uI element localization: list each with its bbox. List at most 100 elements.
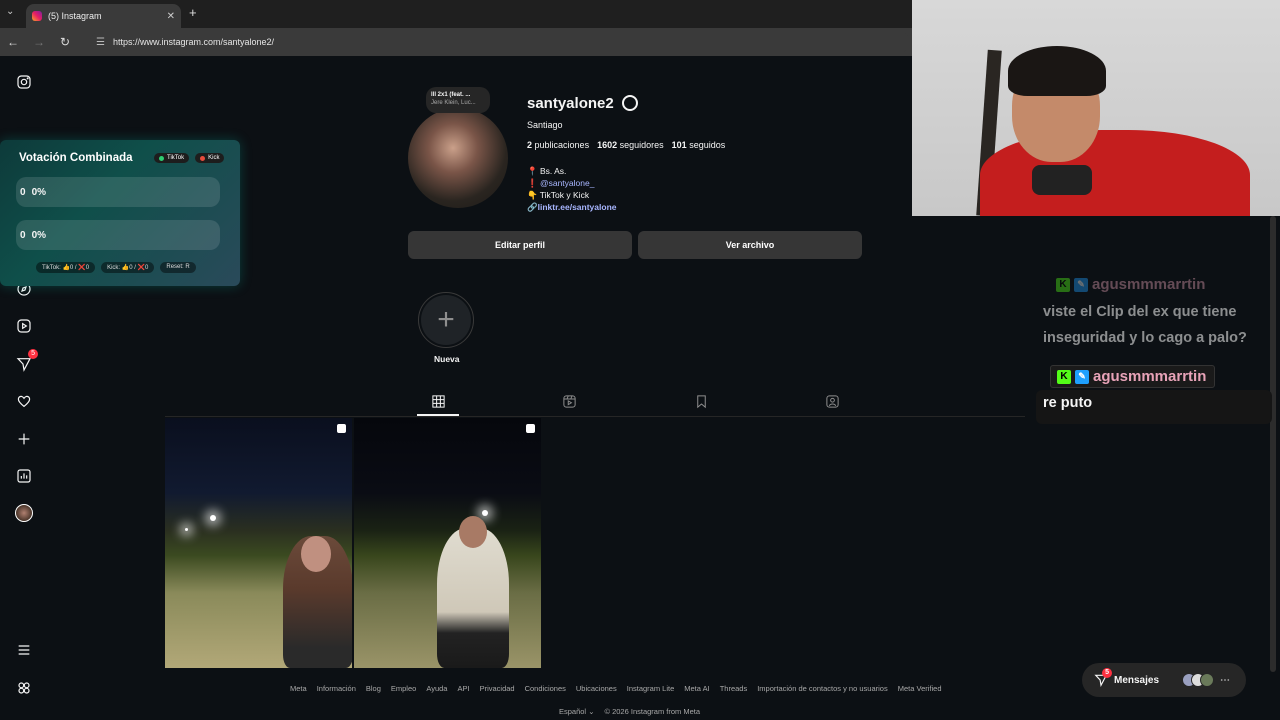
settings-gear-icon[interactable] — [622, 95, 638, 111]
tab-tagged-icon[interactable] — [823, 392, 841, 410]
reload-icon[interactable]: ↻ — [52, 35, 78, 49]
footer-link[interactable]: Empleo — [391, 684, 416, 693]
bio-external-link[interactable]: linktr.ee/santyalone — [538, 202, 617, 212]
profile-stats: 2 publicaciones 1602 seguidores 101 segu… — [527, 140, 725, 150]
create-plus-icon[interactable] — [14, 429, 34, 449]
profile-avatar-icon[interactable] — [14, 503, 34, 523]
messages-pill[interactable]: 5 Mensajes ⋯ — [1082, 663, 1246, 697]
reels-icon[interactable] — [14, 316, 34, 336]
post-thumbnail-1[interactable] — [165, 418, 352, 668]
footer-bottom: Español ⌄ © 2026 Instagram from Meta — [559, 707, 700, 716]
vote-bar-1-count: 0 — [20, 186, 26, 198]
edit-profile-button[interactable]: Editar perfil — [408, 231, 632, 259]
site-settings-icon[interactable]: ☰ — [96, 37, 105, 48]
footer-link[interactable]: Meta Verified — [898, 684, 942, 693]
chat-message-2: K ✎ agusmmmarrtin — [1050, 365, 1216, 388]
footer-link[interactable]: API — [457, 684, 469, 693]
vote-foot-reset: Reset: R — [160, 262, 196, 273]
footer-link[interactable]: Meta AI — [684, 684, 709, 693]
address-bar[interactable]: ☰ https://www.instagram.com/santyalone2/ — [90, 31, 910, 53]
dashboard-icon[interactable] — [14, 466, 34, 486]
vote-bar-2: 0 0% — [16, 220, 220, 250]
language-select[interactable]: Español ⌄ — [559, 707, 594, 716]
vote-foot-kick: Kick: 👍0 / ❌0 — [101, 262, 155, 273]
menu-icon[interactable] — [14, 640, 34, 660]
footer-link[interactable]: Importación de contactos y no usuarios — [757, 684, 888, 693]
multi-photo-icon — [526, 424, 535, 433]
vote-bar-2-pct: 0% — [31, 229, 47, 241]
messages-label: Mensajes — [1114, 674, 1160, 686]
vote-bar-1-pct: 0% — [31, 186, 47, 198]
profile-note[interactable]: lll 2x1 (feat. ... Jere Klein, Luc... — [426, 87, 490, 113]
note-line1: lll 2x1 (feat. ... — [431, 92, 471, 98]
new-highlight-label: Nueva — [434, 354, 460, 364]
page-scrollbar[interactable] — [1270, 216, 1276, 672]
messages-pill-badge: 5 — [1102, 668, 1112, 678]
profile-username: santyalone2 — [527, 95, 614, 112]
footer-link[interactable]: Blog — [366, 684, 381, 693]
profile-avatar[interactable] — [408, 108, 508, 208]
footer-link[interactable]: Meta — [290, 684, 307, 693]
post-thumbnail-2[interactable] — [354, 418, 541, 668]
tab-posts-grid-icon[interactable] — [429, 392, 447, 410]
vote-widget: Votación Combinada TikTok Kick 0 0% 0 0%… — [0, 140, 240, 286]
active-tab-indicator — [417, 414, 459, 416]
copyright-text: © 2026 Instagram from Meta — [604, 707, 701, 716]
footer-link[interactable]: Threads — [720, 684, 748, 693]
vote-tag-kick: Kick — [195, 153, 225, 163]
chat-user-2: K ✎ agusmmmarrtin — [1051, 366, 1214, 387]
chat-message-2-text: re puto — [1036, 390, 1272, 424]
stat-following[interactable]: 101 seguidos — [672, 140, 726, 150]
footer-link[interactable]: Instagram Lite — [627, 684, 675, 693]
plus-icon: + — [421, 295, 471, 345]
chat-message-1: K ✎ agusmmmarrtin — [1050, 274, 1213, 295]
browser-tab[interactable]: (5) Instagram ✕ — [26, 4, 181, 28]
chat-user-1: K ✎ agusmmmarrtin — [1050, 274, 1213, 295]
bio-location: 📍 Bs. As. — [527, 166, 567, 176]
close-tab-icon[interactable]: ✕ — [167, 11, 175, 22]
instagram-favicon-icon — [32, 11, 42, 21]
footer-link[interactable]: Condiciones — [525, 684, 566, 693]
mod-badge-icon: ✎ — [1074, 277, 1088, 292]
instagram-icon[interactable] — [14, 72, 34, 92]
footer-link[interactable]: Ayuda — [426, 684, 447, 693]
vote-bar-1: 0 0% — [16, 177, 220, 207]
mod-badge-icon: ✎ — [1075, 369, 1089, 384]
chat-message-1-text: viste el Clip del ex que tiene insegurid… — [1043, 304, 1247, 346]
footer-link[interactable]: Ubicaciones — [576, 684, 617, 693]
vote-foot-tiktok: TikTok: 👍0 / ❌0 — [36, 262, 96, 273]
view-archive-button[interactable]: Ver archivo — [638, 231, 862, 259]
note-line2: Jere Klein, Luc... — [431, 100, 476, 106]
more-icon[interactable]: ⋯ — [1220, 675, 1230, 686]
stat-followers[interactable]: 1602 seguidores — [597, 140, 664, 150]
messages-send-icon: 5 — [1094, 668, 1112, 687]
tab-reels-icon[interactable] — [560, 392, 578, 410]
vote-bar-2-count: 0 — [20, 229, 26, 241]
tab-saved-icon[interactable] — [692, 392, 710, 410]
tabs-divider — [165, 416, 1025, 417]
messages-icon[interactable]: 5 — [14, 349, 38, 374]
vote-tag-tiktok: TikTok — [154, 153, 190, 163]
notifications-heart-icon[interactable] — [14, 391, 34, 411]
bio-info-icon: ❗ — [527, 178, 538, 188]
message-avatars — [1182, 673, 1215, 687]
vote-footer: TikTok: 👍0 / ❌0 Kick: 👍0 / ❌0 Reset: R — [36, 262, 196, 273]
multi-photo-icon — [337, 424, 346, 433]
bio-mention-link[interactable]: @santyalone_ — [540, 178, 594, 188]
footer-link[interactable]: Información — [317, 684, 356, 693]
browser-nav-bar: ← → ↻ ☰ https://www.instagram.com/santya… — [0, 28, 912, 56]
kick-badge-icon: K — [1057, 369, 1071, 384]
bio-line3: 👇 TikTok y Kick — [527, 190, 590, 200]
threads-icon[interactable] — [14, 678, 34, 698]
back-icon[interactable]: ← — [0, 35, 26, 49]
new-highlight-button[interactable]: + — [418, 292, 474, 348]
tab-list-chevron-icon[interactable]: ⌄ — [6, 6, 14, 17]
link-icon: 🔗 — [527, 202, 538, 212]
webcam-overlay — [912, 0, 1280, 216]
forward-icon[interactable]: → — [26, 35, 52, 49]
profile-full-name: Santiago — [527, 120, 563, 130]
new-tab-icon[interactable]: + — [189, 5, 197, 20]
stat-posts: 2 publicaciones — [527, 140, 590, 150]
url-text[interactable]: https://www.instagram.com/santyalone2/ — [113, 37, 274, 47]
footer-link[interactable]: Privacidad — [480, 684, 515, 693]
